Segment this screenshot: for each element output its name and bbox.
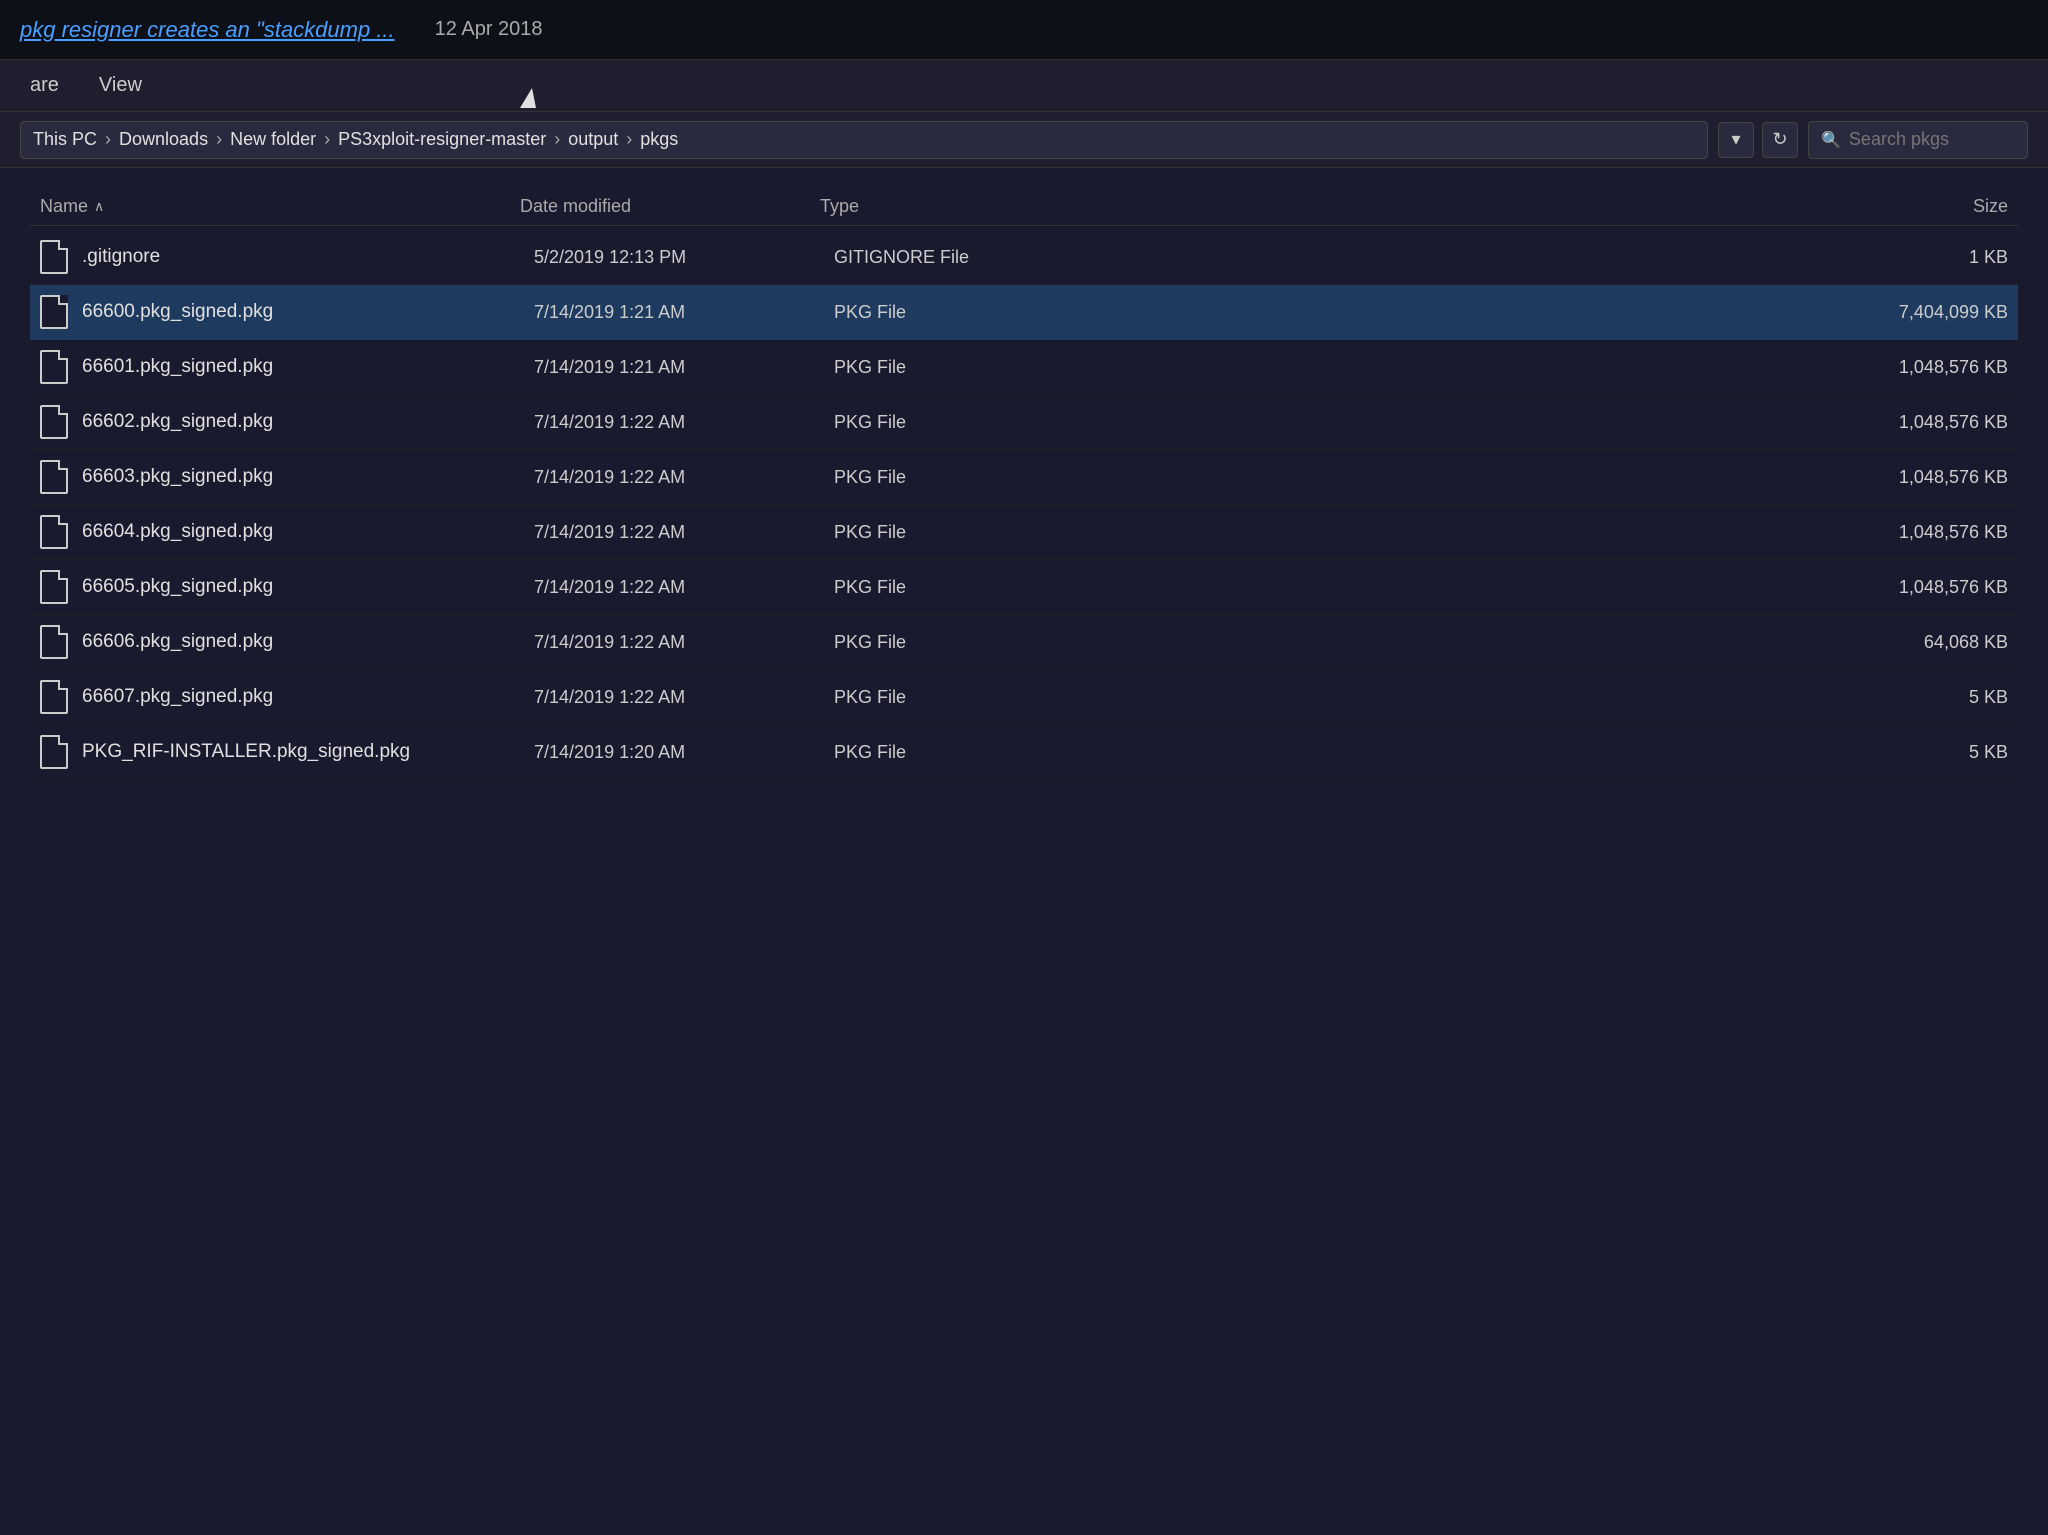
dropdown-button[interactable]: ▾ <box>1718 122 1754 158</box>
file-size: 7,404,099 KB <box>1094 302 2008 323</box>
table-row[interactable]: 66603.pkg_signed.pkg 7/14/2019 1:22 AM P… <box>30 450 2018 505</box>
file-size: 1,048,576 KB <box>1094 357 2008 378</box>
file-type: PKG File <box>834 687 1094 708</box>
file-icon <box>40 405 68 439</box>
file-size: 1,048,576 KB <box>1094 412 2008 433</box>
col-header-date[interactable]: Date modified <box>520 196 820 217</box>
file-name: 66601.pkg_signed.pkg <box>82 356 534 378</box>
file-list: .gitignore 5/2/2019 12:13 PM GITIGNORE F… <box>30 230 2018 780</box>
breadcrumb-thispc[interactable]: This PC <box>33 129 97 150</box>
file-date: 7/14/2019 1:21 AM <box>534 357 834 378</box>
table-row[interactable]: 66607.pkg_signed.pkg 7/14/2019 1:22 AM P… <box>30 670 2018 725</box>
file-name: 66603.pkg_signed.pkg <box>82 466 534 488</box>
file-date: 7/14/2019 1:22 AM <box>534 632 834 653</box>
file-size: 1 KB <box>1094 247 2008 268</box>
file-size: 64,068 KB <box>1094 632 2008 653</box>
file-size: 1,048,576 KB <box>1094 467 2008 488</box>
file-icon <box>40 625 68 659</box>
search-icon: 🔍 <box>1821 130 1841 150</box>
menu-item-are[interactable]: are <box>30 74 59 97</box>
file-type: PKG File <box>834 632 1094 653</box>
table-row[interactable]: 66600.pkg_signed.pkg 7/14/2019 1:21 AM P… <box>30 285 2018 340</box>
file-date: 7/14/2019 1:22 AM <box>534 467 834 488</box>
column-headers: Name ∧ Date modified Type Size <box>30 188 2018 226</box>
file-icon <box>40 350 68 384</box>
file-icon <box>40 460 68 494</box>
file-date: 7/14/2019 1:21 AM <box>534 302 834 323</box>
file-size: 5 KB <box>1094 742 2008 763</box>
file-date: 7/14/2019 1:22 AM <box>534 577 834 598</box>
file-name: PKG_RIF-INSTALLER.pkg_signed.pkg <box>82 741 534 763</box>
file-name: 66607.pkg_signed.pkg <box>82 686 534 708</box>
breadcrumb[interactable]: This PC › Downloads › New folder › PS3xp… <box>20 121 1708 159</box>
col-header-type[interactable]: Type <box>820 196 1080 217</box>
file-icon <box>40 295 68 329</box>
breadcrumb-downloads[interactable]: Downloads <box>119 129 208 150</box>
col-header-size[interactable]: Size <box>1080 196 2008 217</box>
table-row[interactable]: 66601.pkg_signed.pkg 7/14/2019 1:21 AM P… <box>30 340 2018 395</box>
sort-arrow-icon: ∧ <box>94 198 104 215</box>
file-date: 7/14/2019 1:20 AM <box>534 742 834 763</box>
breadcrumb-output[interactable]: output <box>568 129 618 150</box>
file-size: 5 KB <box>1094 687 2008 708</box>
file-name: 66604.pkg_signed.pkg <box>82 521 534 543</box>
breadcrumb-pkgs[interactable]: pkgs <box>640 129 678 150</box>
search-input[interactable] <box>1849 129 2009 150</box>
file-name: 66606.pkg_signed.pkg <box>82 631 534 653</box>
search-box[interactable]: 🔍 <box>1808 121 2028 159</box>
file-area: Name ∧ Date modified Type Size .gitignor… <box>0 168 2048 1535</box>
file-name: 66602.pkg_signed.pkg <box>82 411 534 433</box>
file-type: PKG File <box>834 577 1094 598</box>
file-date: 7/14/2019 1:22 AM <box>534 412 834 433</box>
top-notification-bar: pkg resigner creates an "stackdump ... 1… <box>0 0 2048 60</box>
file-type: PKG File <box>834 412 1094 433</box>
file-size: 1,048,576 KB <box>1094 577 2008 598</box>
menu-item-view[interactable]: View <box>99 74 142 97</box>
file-type: PKG File <box>834 357 1094 378</box>
breadcrumb-resigner[interactable]: PS3xploit-resigner-master <box>338 129 546 150</box>
file-icon <box>40 570 68 604</box>
file-name: .gitignore <box>82 246 534 268</box>
table-row[interactable]: PKG_RIF-INSTALLER.pkg_signed.pkg 7/14/20… <box>30 725 2018 780</box>
table-row[interactable]: 66602.pkg_signed.pkg 7/14/2019 1:22 AM P… <box>30 395 2018 450</box>
table-row[interactable]: 66605.pkg_signed.pkg 7/14/2019 1:22 AM P… <box>30 560 2018 615</box>
file-date: 5/2/2019 12:13 PM <box>534 247 834 268</box>
table-row[interactable]: 66606.pkg_signed.pkg 7/14/2019 1:22 AM P… <box>30 615 2018 670</box>
file-icon <box>40 240 68 274</box>
notification-date: 12 Apr 2018 <box>435 18 543 41</box>
file-name: 66605.pkg_signed.pkg <box>82 576 534 598</box>
breadcrumb-newfolder[interactable]: New folder <box>230 129 316 150</box>
file-size: 1,048,576 KB <box>1094 522 2008 543</box>
file-date: 7/14/2019 1:22 AM <box>534 687 834 708</box>
notification-link[interactable]: pkg resigner creates an "stackdump ... <box>20 17 395 43</box>
file-type: PKG File <box>834 302 1094 323</box>
table-row[interactable]: .gitignore 5/2/2019 12:13 PM GITIGNORE F… <box>30 230 2018 285</box>
file-icon <box>40 735 68 769</box>
refresh-button[interactable]: ↻ <box>1762 122 1798 158</box>
file-type: GITIGNORE File <box>834 247 1094 268</box>
table-row[interactable]: 66604.pkg_signed.pkg 7/14/2019 1:22 AM P… <box>30 505 2018 560</box>
file-type: PKG File <box>834 467 1094 488</box>
file-name: 66600.pkg_signed.pkg <box>82 301 534 323</box>
file-icon <box>40 515 68 549</box>
file-date: 7/14/2019 1:22 AM <box>534 522 834 543</box>
menu-bar: are View <box>0 60 2048 112</box>
col-header-name[interactable]: Name ∧ <box>40 196 520 217</box>
address-controls: ▾ ↻ <box>1718 122 1798 158</box>
file-type: PKG File <box>834 522 1094 543</box>
address-bar: This PC › Downloads › New folder › PS3xp… <box>0 112 2048 168</box>
file-type: PKG File <box>834 742 1094 763</box>
file-icon <box>40 680 68 714</box>
